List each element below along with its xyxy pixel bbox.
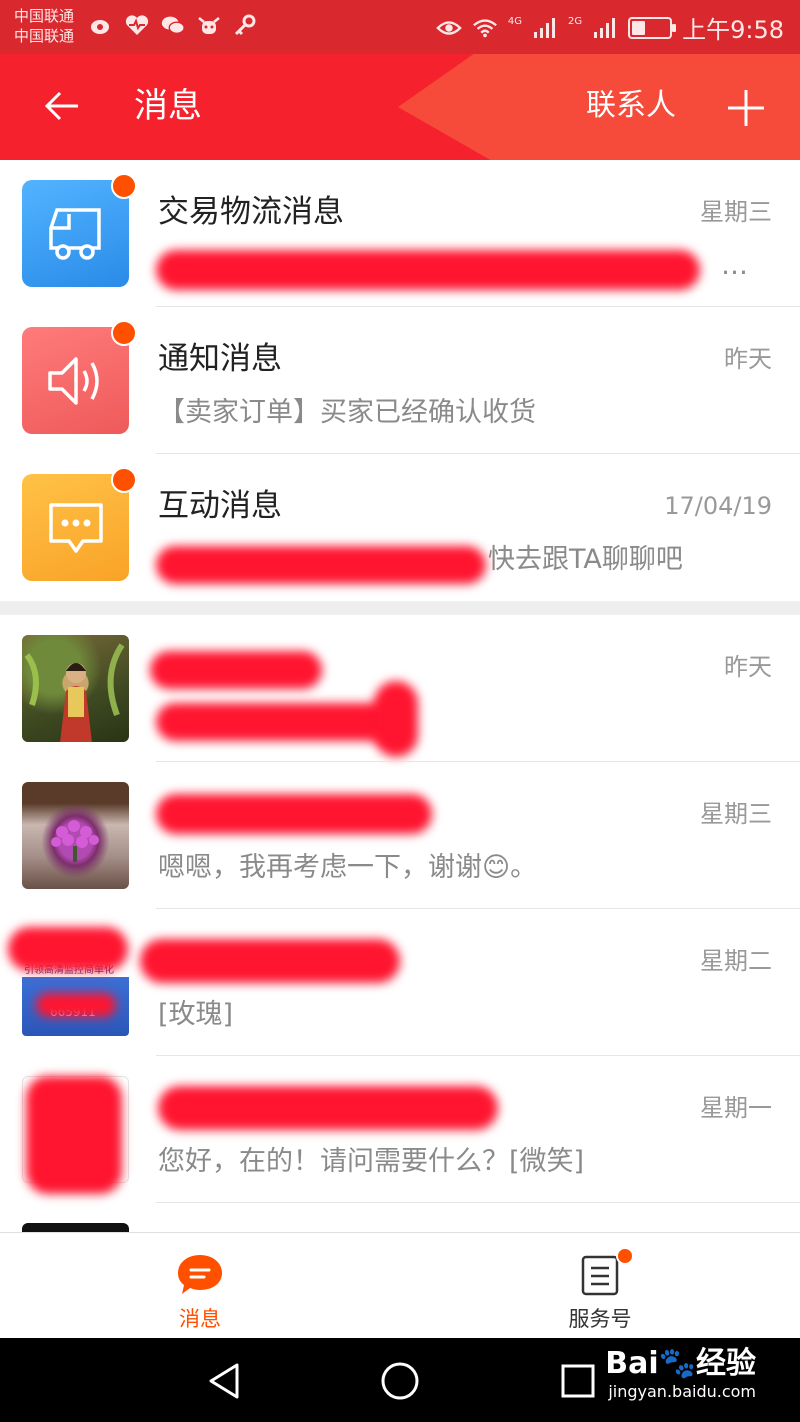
list-item-notifications[interactable]: 通知消息 昨天 【卖家订单】买家已经确认收货 [0, 307, 800, 454]
redaction-mark [156, 250, 700, 290]
list-item-chat[interactable]: 星期一 您好，在的！请问需要什么？[微笑] [0, 1056, 800, 1203]
girl-photo-avatar [22, 635, 129, 742]
list-item-chat[interactable]: 引领高清监控简单化 665911 星期二 [玫瑰] [0, 909, 800, 1056]
key-icon [232, 12, 258, 38]
wechat-icon [160, 12, 186, 38]
item-preview: 您好，在的！请问需要什么？[微笑] [158, 1146, 585, 1177]
back-triangle-icon[interactable] [200, 1358, 246, 1404]
notification-icons [88, 12, 258, 38]
baidu-watermark: Bai🐾经验 jingyan.baidu.com [605, 1346, 756, 1402]
weibo-icon [88, 12, 114, 38]
recents-square-icon[interactable] [555, 1358, 601, 1404]
watermark-brand: Bai🐾经验 [605, 1346, 756, 1381]
contacts-button[interactable]: 联系人 [586, 82, 676, 130]
tab-label: 消息 [179, 1307, 221, 1331]
redaction-mark [156, 703, 406, 741]
item-preview: 【卖家订单】买家已经确认收货 [158, 397, 536, 428]
unread-dot [111, 467, 137, 493]
logistics-icon-box [22, 180, 129, 287]
item-time: 星期三 [700, 800, 772, 828]
list-item-chat[interactable]: 昨天 [0, 615, 800, 762]
item-name: 通知消息 [158, 341, 282, 377]
redaction-mark [374, 681, 418, 757]
item-time: 昨天 [724, 653, 772, 681]
app-screen: 中国联通 中国联通 4G 2G 上午9:58 消息 联系人 交易物流消息 星期三… [0, 0, 800, 1422]
item-time: 星期一 [700, 1094, 772, 1122]
list-item-logistics[interactable]: 交易物流消息 星期三 … [0, 160, 800, 307]
redaction-mark [156, 546, 486, 584]
unread-dot [111, 173, 137, 199]
carrier-2: 中国联通 [14, 27, 75, 45]
bottom-tab-bar: 消息 服务号 [0, 1232, 800, 1338]
system-nav-bar: Bai🐾经验 jingyan.baidu.com [0, 1338, 800, 1422]
battery-icon [628, 16, 677, 39]
home-circle-icon[interactable] [377, 1358, 423, 1404]
tab-label: 服务号 [568, 1307, 632, 1331]
item-name: 交易物流消息 [158, 194, 344, 230]
add-button[interactable] [722, 84, 770, 132]
carrier-1: 中国联通 [14, 7, 75, 25]
unread-dot [111, 320, 137, 346]
plus-icon [728, 90, 764, 126]
watermark-url: jingyan.baidu.com [608, 1382, 756, 1401]
list-item-interactions[interactable]: 互动消息 17/04/19 快去跟TA聊聊吧 [0, 454, 800, 601]
item-preview: 嗯嗯，我再考虑一下，谢谢😊。 [158, 852, 538, 883]
tab-service-account[interactable]: 服务号 [500, 1233, 700, 1339]
heart-rate-icon [124, 12, 150, 38]
cow-icon [196, 12, 222, 38]
item-time: 星期三 [700, 198, 772, 226]
redaction-mark [8, 927, 128, 971]
item-time: 星期二 [700, 947, 772, 975]
unread-dot [616, 1247, 634, 1265]
message-list: 交易物流消息 星期三 … 通知消息 昨天 【卖家订单】买家已经确认收货 互动消息… [0, 160, 800, 1243]
redaction-mark [158, 1086, 498, 1130]
section-divider [0, 601, 800, 615]
wifi-icon [472, 15, 498, 41]
system-status-icons: 4G 2G 上午9:58 [436, 10, 784, 45]
message-bubble-icon [176, 1251, 224, 1299]
network-type-2: 2G [567, 15, 583, 27]
flower-photo-avatar [22, 782, 129, 889]
tab-messages[interactable]: 消息 [100, 1233, 300, 1339]
item-name: 互动消息 [158, 488, 282, 524]
truck-icon [48, 207, 101, 260]
signal-icon [532, 15, 558, 41]
header: 消息 联系人 [0, 54, 800, 160]
redaction-mark [36, 993, 116, 1017]
interaction-icon-box [22, 474, 129, 581]
notification-icon-box [22, 327, 129, 434]
list-item-chat[interactable]: 星期三 嗯嗯，我再考虑一下，谢谢😊。 [0, 762, 800, 909]
item-time: 17/04/19 [664, 492, 772, 520]
item-time: 昨天 [724, 345, 772, 373]
battery-level [632, 20, 645, 35]
chat-bubble-icon [48, 502, 103, 553]
status-bar: 中国联通 中国联通 4G 2G 上午9:58 [0, 0, 800, 54]
back-button[interactable] [38, 82, 86, 130]
clock: 上午9:58 [682, 16, 784, 44]
page-title: 消息 [134, 86, 202, 126]
clipboard-icon [580, 1247, 634, 1299]
speaker-icon [47, 356, 99, 405]
network-type-1: 4G [507, 15, 522, 27]
redaction-mark [150, 651, 322, 689]
eye-icon [436, 15, 462, 41]
arrow-left-icon [44, 91, 78, 121]
item-preview: [玫瑰] [158, 999, 234, 1030]
redaction-mark [140, 939, 400, 983]
redaction-mark [26, 1076, 122, 1194]
carrier-names: 中国联通 中国联通 [14, 6, 74, 46]
redaction-mark [156, 794, 432, 834]
signal-icon [592, 15, 618, 41]
